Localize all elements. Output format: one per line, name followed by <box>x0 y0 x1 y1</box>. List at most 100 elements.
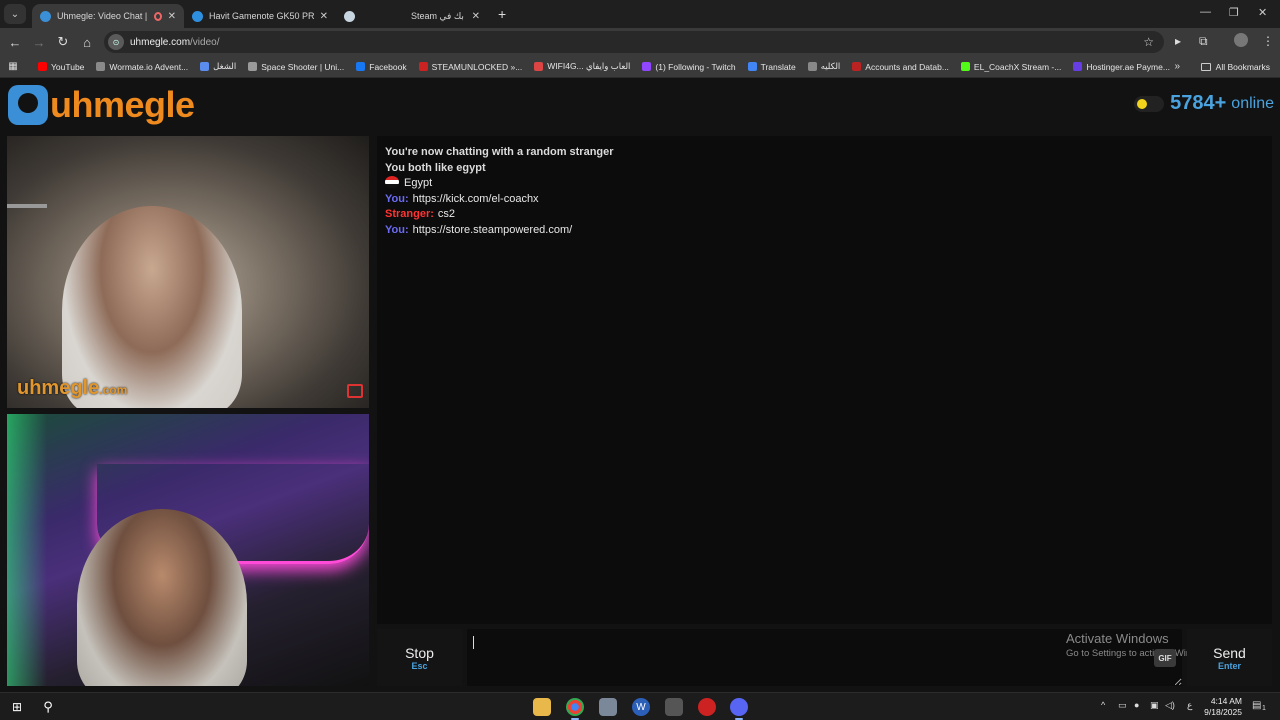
microphone-icon[interactable]: ● <box>1134 700 1139 710</box>
search-icon[interactable]: ⚲ <box>39 698 57 716</box>
bookmark-item[interactable]: Space Shooter | Uni... <box>248 62 344 72</box>
recorder-icon[interactable] <box>698 698 716 716</box>
bookmark-label: STEAMUNLOCKED »... <box>431 61 523 72</box>
more-bookmarks-icon[interactable]: » <box>1174 61 1180 72</box>
back-icon[interactable]: ← <box>3 35 27 50</box>
bookmark-label: (1) Following - Twitch <box>655 61 736 72</box>
windows-taskbar: ⊞ ⚲ W ^ ▭ ● ▣ ◁) ع 4:14 AM 9/18/2025 ▤ 1 <box>0 692 1280 720</box>
steam-icon[interactable] <box>665 698 683 716</box>
reload-icon[interactable]: ↻ <box>51 34 75 50</box>
green-light <box>7 414 47 686</box>
theme-toggle[interactable] <box>1134 95 1165 112</box>
text-caret <box>473 636 474 649</box>
message-text: cs2 <box>437 208 456 220</box>
bookmark-item[interactable]: EL_CoachX Stream -... <box>960 62 1061 72</box>
wordpress-icon[interactable]: W <box>632 698 650 716</box>
online-count: 5784+ <box>1170 92 1227 114</box>
stranger-video: uhmegle.com <box>7 136 369 408</box>
home-icon[interactable]: ⌂ <box>75 35 99 50</box>
forward-icon[interactable]: → <box>27 35 51 50</box>
tab-steam[interactable]: Steam مرحبًا بك في ✕ <box>336 4 488 28</box>
tab-strip: ⌄ Uhmegle: Video Chat | Ome ✕ Havit Game… <box>0 0 1280 28</box>
recording-indicator-icon <box>153 11 162 21</box>
notifications-icon[interactable]: ▤ <box>1252 700 1261 711</box>
bookmark-item[interactable]: الشغل <box>200 61 236 72</box>
bookmark-favicon-icon <box>747 62 757 71</box>
bookmark-favicon-icon <box>418 62 428 71</box>
bookmark-item[interactable]: Facebook <box>356 61 407 72</box>
close-tab-icon[interactable]: ✕ <box>162 11 176 22</box>
bookmark-favicon-icon <box>96 62 106 71</box>
send-button[interactable]: Send Enter <box>1187 629 1272 686</box>
uhmegle-favicon-icon <box>40 10 51 22</box>
notification-count: 1 <box>1262 705 1266 712</box>
bookmark-favicon-icon <box>807 62 817 71</box>
bookmark-label: Facebook <box>369 61 407 72</box>
bookmark-item[interactable]: Hostinger.ae Payme... <box>1073 62 1170 72</box>
gif-button[interactable]: GIF <box>1154 649 1176 667</box>
bookmark-item[interactable]: Translate <box>747 62 796 72</box>
new-tab-icon[interactable]: + <box>498 6 506 22</box>
system-clock[interactable]: 4:14 AM 9/18/2025 <box>1204 696 1242 718</box>
all-bookmarks-button[interactable]: All Bookmarks <box>1200 62 1270 72</box>
app-icon[interactable] <box>599 698 617 716</box>
chat-message: You: https://kick.com/el-coachx <box>385 192 1264 208</box>
bookmark-item[interactable]: YouTube <box>38 62 84 72</box>
bookmark-label: WIFI4G... العاب وايفاي <box>547 61 631 71</box>
logo-chat-icon <box>8 85 48 125</box>
bookmark-favicon-icon <box>200 62 210 71</box>
chat-message: Stranger: cs2 <box>385 207 1264 223</box>
tab-uhmegle[interactable]: Uhmegle: Video Chat | Ome ✕ <box>32 4 184 28</box>
bookmark-item[interactable]: Wormate.io Advent... <box>96 62 188 72</box>
bookmark-list: YouTube Wormate.io Advent... الشغل Space Sh… <box>38 61 1182 72</box>
bookmark-item[interactable]: الكليه <box>807 61 840 72</box>
restore-icon[interactable]: ❐ <box>1229 6 1239 19</box>
tab-title: Havit Gamenote GK50 PRO RGB <box>209 11 314 21</box>
country-line: Egypt <box>385 176 1264 192</box>
bookmark-item[interactable]: STEAMUNLOCKED »... <box>418 61 523 72</box>
message-text: https://kick.com/el-coachx <box>412 192 539 205</box>
tray-chevron-icon[interactable]: ^ <box>1101 700 1105 710</box>
close-tab-icon[interactable]: ✕ <box>466 11 480 22</box>
site-info-icon[interactable]: ⊙ <box>108 34 124 50</box>
menu-icon[interactable]: ⋮ <box>1262 34 1274 48</box>
bookmark-label: Hostinger.ae Payme... <box>1086 61 1170 72</box>
video-watermark: uhmegle.com <box>17 377 128 399</box>
site-logo[interactable]: uhmegle <box>8 84 195 126</box>
windows-start-icon[interactable]: ⊞ <box>8 698 26 716</box>
bookmark-favicon-icon <box>38 62 47 71</box>
stop-label: Stop <box>405 644 434 661</box>
tab-havit[interactable]: Havit Gamenote GK50 PRO RGB ✕ <box>184 4 336 28</box>
bookmark-favicon-icon <box>248 62 258 71</box>
bookmark-item[interactable]: (1) Following - Twitch <box>642 61 736 72</box>
minimize-icon[interactable]: — <box>1200 6 1211 18</box>
file-explorer-icon[interactable] <box>533 698 551 716</box>
discord-icon[interactable] <box>730 698 748 720</box>
tray-device-icon[interactable]: ▭ <box>1118 700 1127 711</box>
toolbar: ← → ↻ ⌂ ⊙ uhmegle.com/video/ ☆ ▸ ⧉ ⋮ <box>0 28 1280 56</box>
extensions-icon[interactable]: ⧉ <box>1199 34 1208 49</box>
network-icon[interactable]: ▣ <box>1150 700 1159 711</box>
volume-icon[interactable]: ◁) <box>1165 700 1175 711</box>
bookmark-item[interactable]: Accounts and Datab... <box>852 62 949 72</box>
bookmark-favicon-icon <box>852 62 862 71</box>
profile-avatar[interactable] <box>1234 33 1248 47</box>
bookmark-item[interactable]: WIFI4G... العاب وايفاي <box>534 61 630 72</box>
apps-icon[interactable]: ▦ <box>0 61 26 72</box>
self-person <box>77 509 247 686</box>
input-language[interactable]: ع <box>1187 700 1192 711</box>
chrome-icon[interactable] <box>566 698 584 720</box>
bookmark-star-icon[interactable]: ☆ <box>1143 35 1154 49</box>
close-tab-icon[interactable]: ✕ <box>314 11 328 22</box>
steam-favicon-icon <box>344 10 355 22</box>
stop-button[interactable]: Stop Esc <box>377 629 462 686</box>
message-text: https://store.steampowered.com/ <box>412 223 573 236</box>
media-play-icon[interactable]: ▸ <box>1175 34 1181 48</box>
message-speaker: You: <box>385 192 409 205</box>
report-flag-icon[interactable] <box>347 384 363 398</box>
tab-search-button[interactable]: ⌄ <box>4 4 26 24</box>
clock-time: 4:14 AM <box>1210 696 1242 706</box>
online-counter: 5784+ online <box>1134 92 1274 115</box>
close-window-icon[interactable]: ✕ <box>1258 6 1267 19</box>
address-bar[interactable]: ⊙ uhmegle.com/video/ ☆ <box>104 31 1164 53</box>
